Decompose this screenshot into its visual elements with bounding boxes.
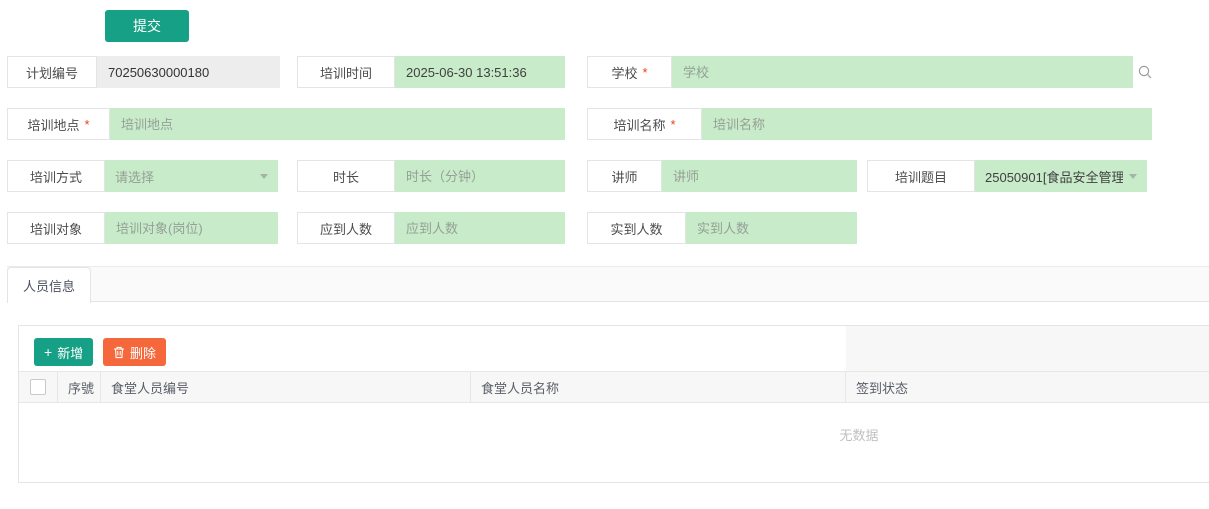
required-asterisk: *	[642, 65, 647, 80]
field-expected-count: 应到人数	[297, 212, 565, 244]
header-signin-status: 签到状态	[846, 372, 1209, 402]
field-training-place: 培训地点 *	[7, 108, 565, 140]
field-training-name: 培训名称 *	[587, 108, 1152, 140]
training-method-select[interactable]: 请选择	[105, 160, 278, 192]
label-text: 计划编号	[26, 63, 78, 82]
training-place-input[interactable]	[110, 108, 565, 140]
trash-icon	[113, 346, 125, 359]
select-all-checkbox[interactable]	[30, 379, 46, 395]
training-target-input[interactable]	[105, 212, 278, 244]
label-text: 培训时间	[320, 63, 372, 82]
field-plan-number: 计划编号	[7, 56, 280, 88]
plus-icon: +	[44, 345, 52, 359]
search-icon[interactable]	[1137, 64, 1153, 85]
training-name-label: 培训名称 *	[587, 108, 702, 140]
field-duration: 时长	[297, 160, 565, 192]
training-topic-select[interactable]: 25050901[食品安全管理	[975, 160, 1147, 192]
field-school: 学校 *	[587, 56, 1133, 88]
label-text: 培训题目	[895, 167, 947, 186]
training-method-label: 培训方式	[7, 160, 105, 192]
tab-bar: 人员信息	[7, 266, 1209, 302]
field-lecturer: 讲师	[587, 160, 857, 192]
training-time-label: 培训时间	[297, 56, 395, 88]
required-asterisk: *	[84, 117, 89, 132]
label-text: 学校	[611, 63, 637, 82]
actual-count-label: 实到人数	[587, 212, 686, 244]
tab-personnel-info[interactable]: 人员信息	[7, 267, 91, 303]
header-checkbox-cell	[19, 372, 58, 402]
duration-label: 时长	[297, 160, 395, 192]
lecturer-input[interactable]	[662, 160, 857, 192]
training-name-input[interactable]	[702, 108, 1152, 140]
expected-count-label: 应到人数	[297, 212, 395, 244]
required-asterisk: *	[670, 117, 675, 132]
label-text: 培训名称	[613, 115, 665, 134]
fixed-column-header-filler	[846, 326, 1209, 371]
delete-button-label: 删除	[130, 343, 156, 362]
label-text: 培训方式	[30, 167, 82, 186]
label-text: 应到人数	[320, 219, 372, 238]
header-staff-no: 食堂人员编号	[101, 372, 471, 402]
field-actual-count: 实到人数	[587, 212, 857, 244]
empty-data-text: 无数据	[809, 426, 909, 446]
field-training-topic: 培训题目 25050901[食品安全管理	[867, 160, 1147, 192]
label-text: 讲师	[611, 167, 637, 186]
header-staff-name: 食堂人员名称	[471, 372, 846, 402]
actual-count-input[interactable]	[686, 212, 857, 244]
training-place-label: 培训地点 *	[7, 108, 110, 140]
select-placeholder: 请选择	[115, 167, 154, 186]
delete-button[interactable]: 删除	[103, 338, 166, 366]
caret-down-icon	[1129, 174, 1137, 179]
field-training-time: 培训时间	[297, 56, 565, 88]
training-time-input[interactable]	[395, 56, 565, 88]
school-input[interactable]	[672, 56, 1133, 88]
label-text: 培训地点	[27, 115, 79, 134]
header-index: 序號	[58, 372, 101, 402]
label-text: 时长	[333, 167, 359, 186]
training-topic-label: 培训题目	[867, 160, 975, 192]
label-text: 培训对象	[30, 219, 82, 238]
personnel-panel: + 新增 删除 序號 食堂人员编号 食堂人员名称 签到状态	[18, 325, 1209, 483]
select-value: 25050901[食品安全管理	[985, 167, 1123, 186]
lecturer-label: 讲师	[587, 160, 662, 192]
plan-number-input[interactable]	[97, 56, 280, 88]
expected-count-input[interactable]	[395, 212, 565, 244]
training-form-page: 提交 计划编号 培训时间 学校 * 培训地点 *	[0, 0, 1209, 509]
table-header: 序號 食堂人员编号 食堂人员名称 签到状态	[19, 371, 1209, 403]
tab-label: 人员信息	[23, 276, 75, 295]
school-label: 学校 *	[587, 56, 672, 88]
submit-button[interactable]: 提交	[105, 10, 189, 42]
field-training-target: 培训对象	[7, 212, 278, 244]
add-button[interactable]: + 新增	[34, 338, 93, 366]
duration-input[interactable]	[395, 160, 565, 192]
plan-number-label: 计划编号	[7, 56, 97, 88]
add-button-label: 新增	[57, 343, 83, 362]
training-target-label: 培训对象	[7, 212, 105, 244]
field-training-method: 培训方式 请选择	[7, 160, 278, 192]
caret-down-icon	[260, 174, 268, 179]
label-text: 实到人数	[610, 219, 662, 238]
